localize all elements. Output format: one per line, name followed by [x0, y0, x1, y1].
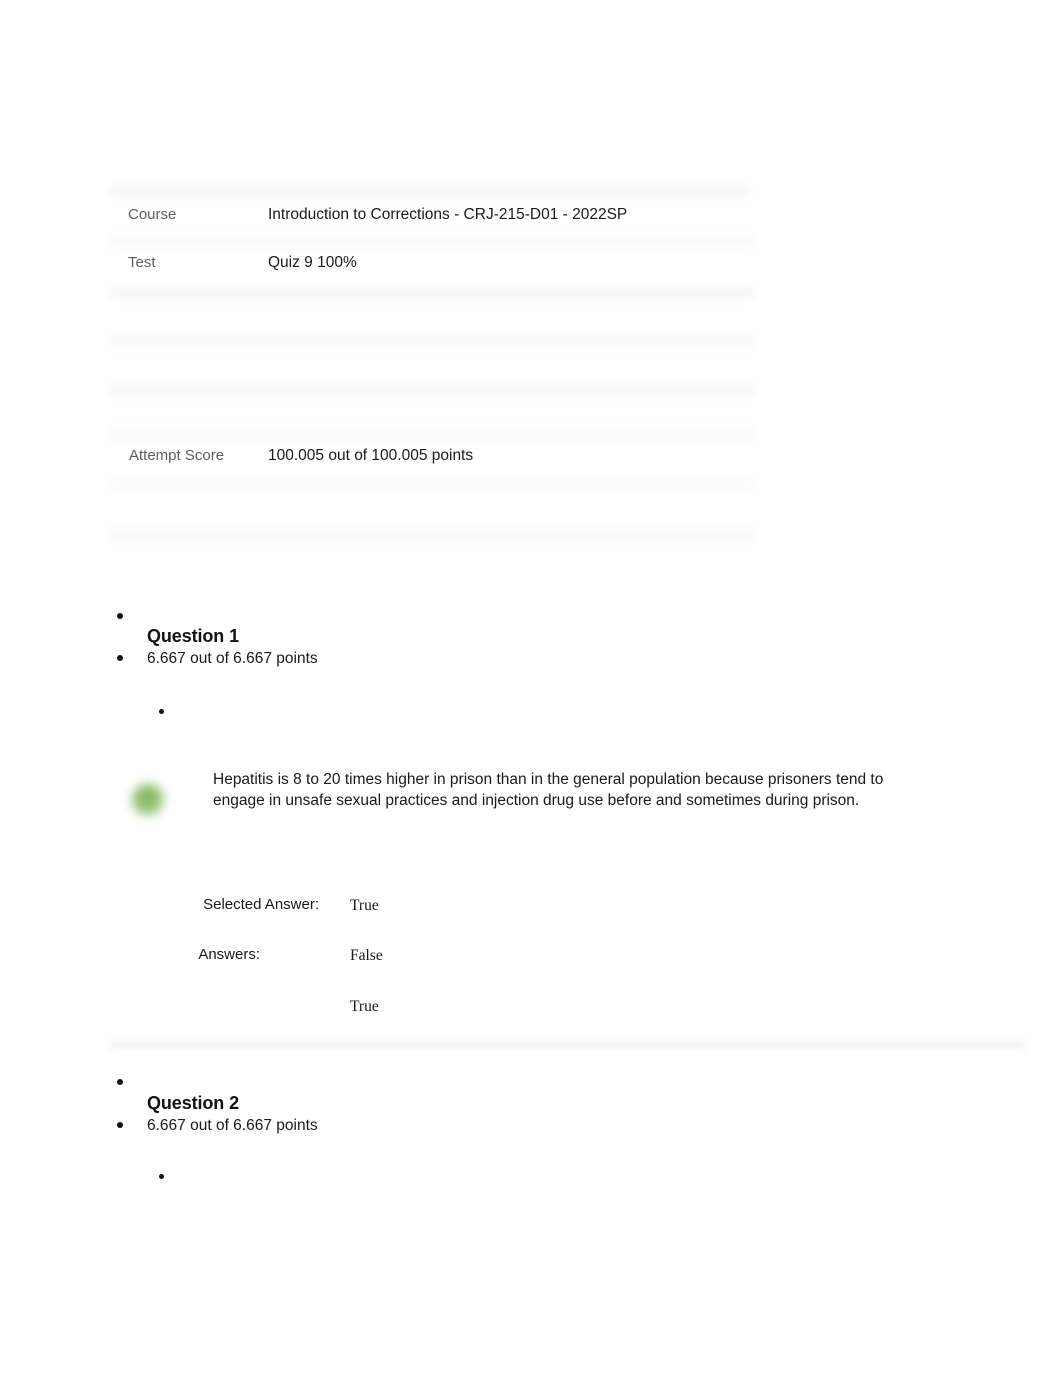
answer-option: False: [350, 947, 383, 964]
question-points-bullet: [117, 655, 123, 661]
meta-label-course: Course: [128, 206, 177, 223]
redacted-text-band: [110, 478, 755, 490]
question-points: 6.667 out of 6.667 points: [147, 650, 318, 667]
meta-row-test: Test Quiz 9 100%: [128, 253, 748, 273]
selected-answer-value: True: [350, 897, 379, 914]
quiz-review-page: Course Introduction to Corrections - CRJ…: [0, 0, 1062, 1377]
meta-label-attempt-score: Attempt Score: [129, 447, 225, 464]
selected-answer-label: Selected Answer:: [203, 896, 319, 913]
meta-label-test: Test: [128, 254, 156, 271]
answer-option: True: [350, 998, 379, 1015]
question-title: Question 1: [147, 626, 240, 646]
question-sub-bullet: [159, 1174, 164, 1179]
green-check-circle-icon: [131, 783, 165, 817]
redacted-text-band: [110, 384, 755, 396]
meta-value-course: Introduction to Corrections - CRJ-215-D0…: [268, 206, 628, 223]
question-sub-bullet: [159, 709, 164, 714]
meta-row-attempt-score: Attempt Score 100.005 out of 100.005 poi…: [129, 446, 749, 466]
redacted-text-band: [110, 186, 750, 197]
redacted-text-band: [110, 528, 755, 542]
question-divider: [110, 1041, 1025, 1050]
answers-label: Answers:: [198, 946, 260, 963]
question-text: Hepatitis is 8 to 20 times higher in pri…: [213, 771, 884, 809]
redacted-text-band: [110, 287, 755, 299]
redacted-text-band: [110, 427, 755, 441]
question-bullet: [117, 613, 123, 619]
redacted-text-band: [110, 334, 755, 348]
question-title: Question 2: [147, 1093, 240, 1113]
question-points: 6.667 out of 6.667 points: [147, 1117, 318, 1134]
meta-value-test: Quiz 9 100%: [268, 254, 357, 271]
meta-value-attempt-score: 100.005 out of 100.005 points: [268, 447, 474, 464]
meta-row-course: Course Introduction to Corrections - CRJ…: [128, 205, 748, 225]
question-points-bullet: [117, 1122, 123, 1128]
redacted-text-band: [110, 236, 755, 247]
question-bullet: [117, 1079, 123, 1085]
